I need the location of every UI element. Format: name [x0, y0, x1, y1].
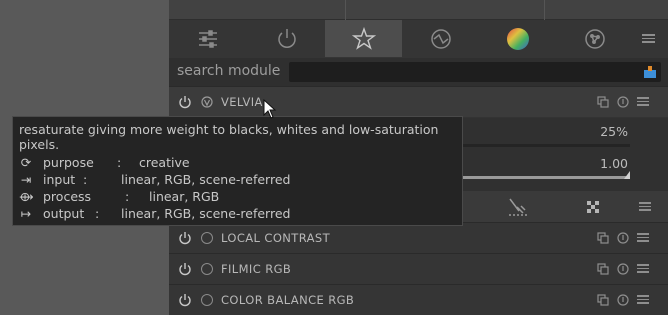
blend-menu-icon[interactable]: [639, 200, 651, 213]
tab-base[interactable]: [325, 20, 402, 57]
tooltip-value: linear, RGB: [149, 189, 220, 204]
slider-value: 25%: [600, 124, 628, 139]
module-name: VELVIA: [221, 95, 263, 109]
lens-circle-icon: [584, 28, 605, 49]
presets-menu-icon[interactable]: [637, 231, 649, 243]
tab-quick-access[interactable]: [169, 20, 246, 57]
module-tooltip: resaturate giving more weight to blacks,…: [12, 116, 463, 226]
input-icon: ⇥: [20, 172, 32, 187]
module-name: LOCAL CONTRAST: [221, 231, 331, 245]
presets-menu-icon[interactable]: [637, 262, 649, 274]
presets-menu-icon[interactable]: [637, 95, 649, 107]
multi-instance-icon[interactable]: [597, 294, 609, 306]
tooltip-value: linear, RGB, scene-referred: [121, 172, 291, 187]
module-status-icon: [201, 294, 213, 306]
module-header-local-contrast[interactable]: LOCAL CONTRAST: [169, 222, 668, 253]
multi-instance-icon[interactable]: [597, 232, 609, 244]
tooltip-key: input: [43, 172, 76, 187]
purpose-icon: ⟳: [20, 155, 32, 170]
reset-icon[interactable]: [617, 232, 629, 244]
tooltip-colon: :: [95, 206, 100, 221]
tab-correct[interactable]: [556, 20, 633, 57]
strip-divider: [544, 0, 545, 20]
module-name: FILMIC RGB: [221, 262, 292, 276]
module-header-color-balance-rgb[interactable]: COLOR BALANCE RGB: [169, 284, 668, 315]
darktable-window: search module VELVIA 25% 1.00 LOCAL CONT…: [0, 0, 668, 315]
checker-mask-icon[interactable]: [585, 199, 601, 215]
module-header-velvia[interactable]: VELVIA: [169, 86, 668, 117]
tooltip-value: linear, RGB, scene-referred: [121, 206, 291, 221]
tooltip-key: process: [43, 189, 92, 204]
search-label: search module: [177, 63, 281, 79]
tab-color[interactable]: [479, 20, 556, 57]
tooltip-colon: :: [125, 189, 130, 204]
mouse-cursor-icon: [263, 99, 277, 119]
tooltip-colon: :: [117, 155, 122, 170]
slider-marker-icon: [624, 171, 630, 179]
power-icon[interactable]: [178, 262, 192, 276]
power-icon[interactable]: [178, 293, 192, 307]
color-wheel-icon: [506, 27, 529, 50]
slider-value: 1.00: [600, 156, 628, 171]
tab-tone[interactable]: [402, 20, 479, 57]
search-field-icon: [644, 66, 656, 78]
tabs-menu-icon[interactable]: [633, 20, 663, 57]
reset-icon[interactable]: [617, 263, 629, 275]
sliders-icon: [198, 29, 217, 48]
tooltip-key: purpose: [43, 155, 94, 170]
process-icon: ⟴: [19, 189, 34, 204]
module-header-filmic-rgb[interactable]: FILMIC RGB: [169, 253, 668, 284]
top-strip: [169, 0, 668, 20]
module-group-tabs: [169, 20, 668, 58]
power-icon: [277, 28, 296, 48]
tooltip-key: output: [43, 206, 85, 221]
power-icon[interactable]: [178, 231, 192, 245]
reset-icon[interactable]: [617, 96, 629, 108]
presets-menu-icon[interactable]: [637, 293, 649, 305]
power-icon[interactable]: [178, 95, 192, 109]
drawn-mask-icon[interactable]: [507, 197, 529, 217]
module-name: COLOR BALANCE RGB: [221, 293, 355, 307]
tooltip-description: resaturate giving more weight to blacks,…: [19, 122, 439, 152]
tooltip-value: creative: [139, 155, 190, 170]
strip-divider: [345, 0, 346, 20]
star-icon: [351, 26, 376, 50]
module-status-icon: [201, 232, 213, 244]
reset-icon[interactable]: [617, 294, 629, 306]
multi-instance-icon[interactable]: [597, 96, 609, 108]
multi-instance-icon[interactable]: [597, 263, 609, 275]
module-status-icon: [201, 263, 213, 275]
search-input[interactable]: [289, 62, 661, 82]
tone-circle-icon: [430, 28, 451, 49]
tab-active-modules[interactable]: [248, 20, 325, 57]
output-icon: ↦: [20, 206, 32, 221]
velvia-module-icon: [201, 96, 213, 108]
search-module-bar: search module: [169, 58, 668, 86]
tooltip-colon: :: [83, 172, 88, 187]
